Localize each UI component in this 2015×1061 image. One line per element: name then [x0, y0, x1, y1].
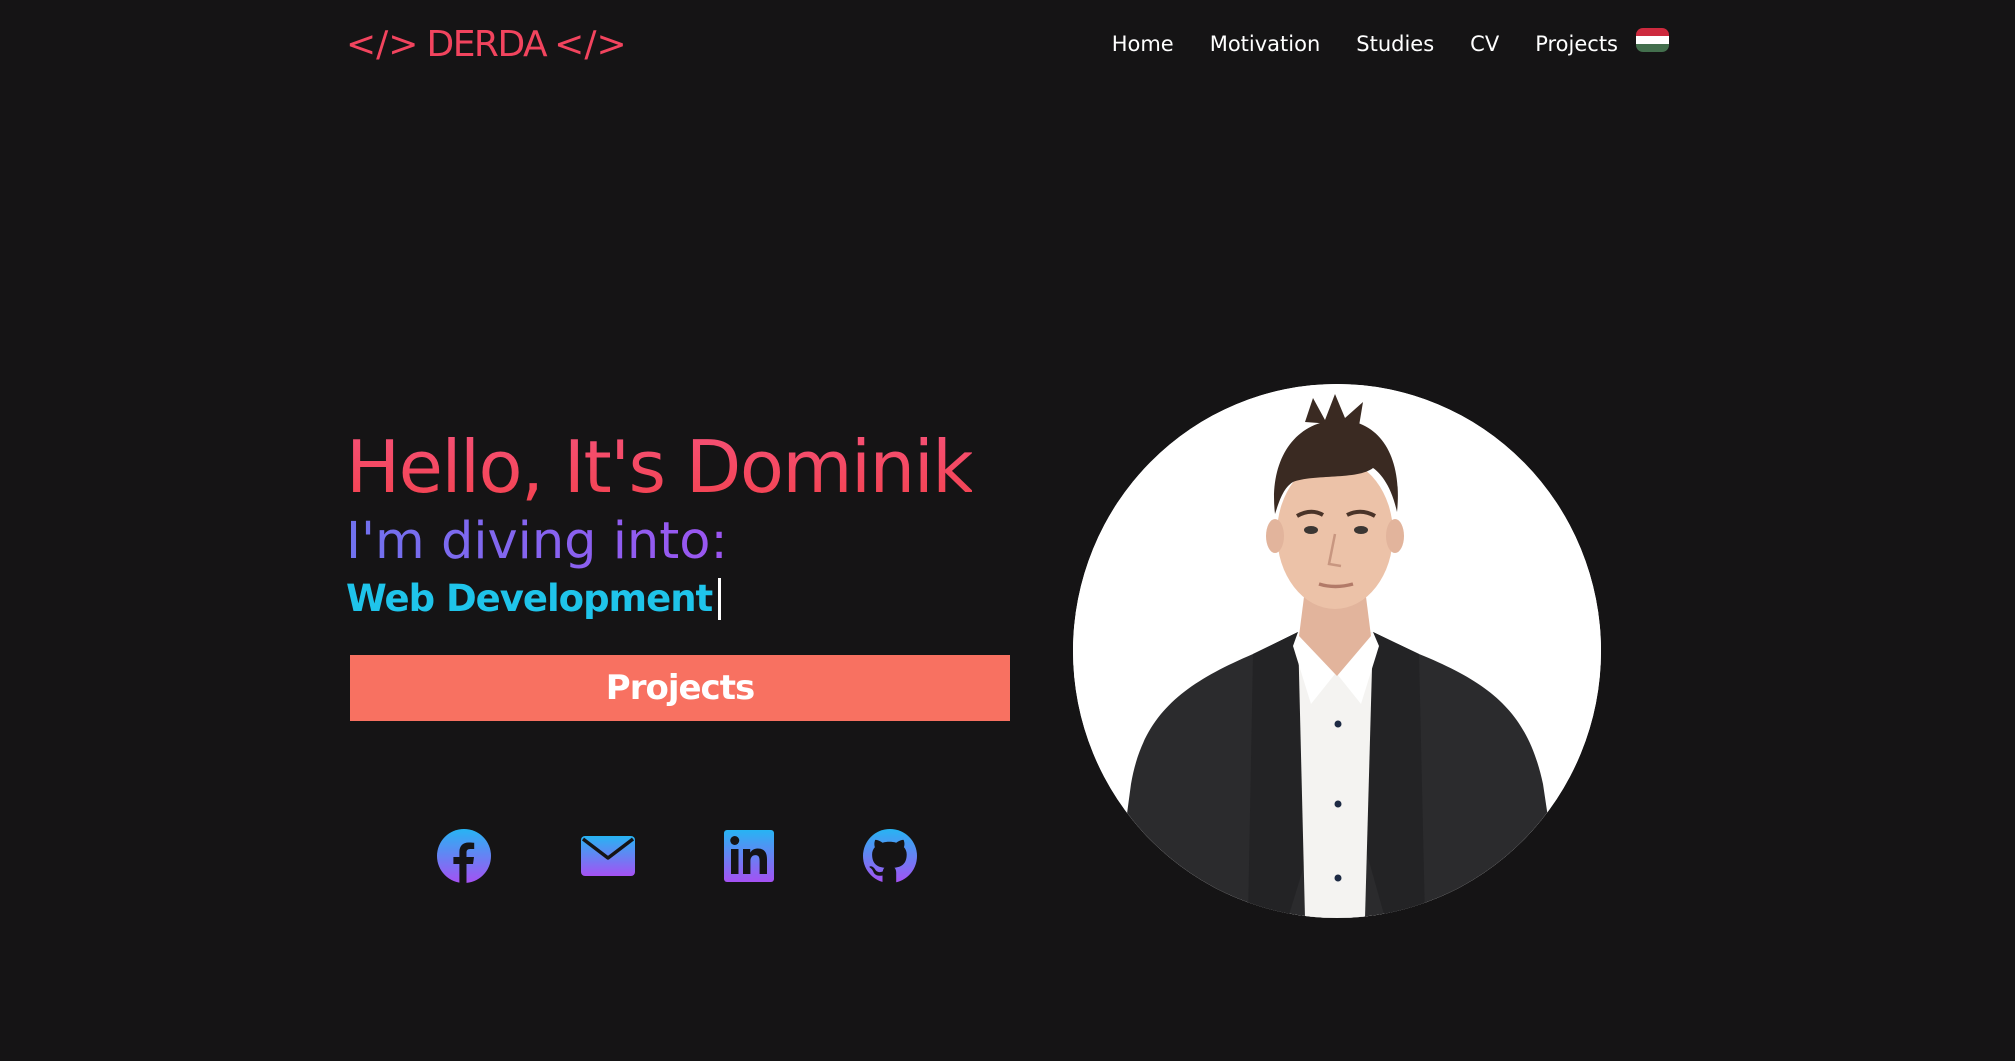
hero-title: Hello, It's Dominik — [346, 422, 974, 512]
page: </> DERDA </> Home Motivation Studies CV… — [0, 0, 2015, 1061]
projects-button[interactable]: Projects — [350, 655, 1010, 721]
logo-name: DERDA — [426, 23, 547, 65]
site-logo[interactable]: </> DERDA </> — [346, 18, 627, 70]
nav-link-projects[interactable]: Projects — [1535, 32, 1618, 56]
main-nav: Home Motivation Studies CV Projects — [1076, 26, 1669, 62]
nav-link-studies[interactable]: Studies — [1356, 32, 1434, 56]
typing-text: Web Development — [346, 577, 713, 620]
typing-line: Web Development — [346, 574, 722, 624]
hero-subtitle: I'm diving into: — [346, 510, 728, 574]
social-links — [436, 828, 918, 884]
profile-photo — [1073, 384, 1601, 918]
nav-link-cv[interactable]: CV — [1470, 32, 1499, 56]
hungarian-flag-icon[interactable] — [1636, 28, 1669, 52]
typing-caret — [718, 578, 722, 620]
logo-right-code-tag: </> — [554, 23, 627, 65]
linkedin-icon[interactable] — [722, 828, 778, 884]
nav-link-motivation[interactable]: Motivation — [1210, 32, 1321, 56]
facebook-icon[interactable] — [436, 828, 492, 884]
mail-icon[interactable] — [580, 828, 636, 884]
logo-left-code-tag: </> — [346, 23, 419, 65]
github-icon[interactable] — [862, 828, 918, 884]
nav-link-home[interactable]: Home — [1112, 32, 1174, 56]
